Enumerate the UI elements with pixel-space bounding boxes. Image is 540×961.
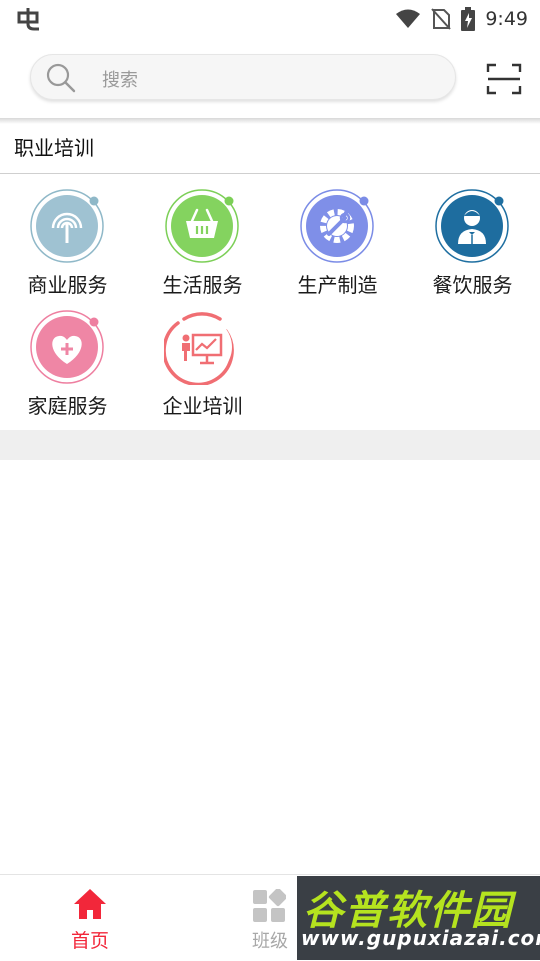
status-time: 9:49 [485, 8, 528, 30]
category-catering-services[interactable]: 餐饮服务 [405, 175, 540, 297]
category-business-services[interactable]: 商业服务 [0, 175, 135, 297]
category-label: 餐饮服务 [432, 273, 513, 297]
category-label: 商业服务 [27, 273, 108, 297]
waiter-icon [435, 189, 509, 263]
category-label: 生产制造 [297, 273, 378, 297]
category-life-services[interactable]: 生活服务 [135, 175, 270, 297]
signal-tower-icon [30, 189, 104, 263]
search-input[interactable]: 搜索 [30, 54, 456, 100]
gear-wrench-icon [300, 189, 374, 263]
presentation-icon [164, 312, 234, 385]
search-row: 搜索 [0, 38, 540, 118]
no-sim-icon [431, 8, 452, 30]
section-divider [0, 173, 540, 174]
category-label: 生活服务 [162, 273, 243, 297]
watermark-logo: 谷普软件园 www.gupuxiazai.com [297, 876, 540, 960]
section-title: 职业培训 [14, 136, 94, 160]
scan-icon[interactable] [486, 62, 522, 96]
battery-charging-icon [461, 7, 476, 31]
grid-icon [253, 889, 286, 922]
heart-plus-icon [30, 310, 104, 384]
section-separator [0, 430, 540, 460]
category-label: 企业培训 [162, 394, 243, 418]
category-household-services[interactable]: 家庭服务 [0, 296, 135, 418]
nav-home-tab[interactable]: 首页 [0, 875, 180, 961]
category-label: 家庭服务 [27, 394, 108, 418]
app-notification-icon [17, 8, 39, 31]
watermark-url: www.gupuxiazai.com [301, 926, 540, 950]
nav-home-label: 首页 [70, 930, 109, 952]
home-icon [74, 889, 106, 919]
wifi-icon [396, 9, 421, 28]
basket-icon [165, 189, 239, 263]
status-bar: 9:49 [0, 0, 540, 38]
search-placeholder: 搜索 [102, 70, 138, 91]
header-shadow [0, 118, 540, 124]
category-enterprise-training[interactable]: 企业培训 [135, 296, 270, 418]
category-manufacturing[interactable]: 生产制造 [270, 175, 405, 297]
search-icon [46, 63, 76, 93]
